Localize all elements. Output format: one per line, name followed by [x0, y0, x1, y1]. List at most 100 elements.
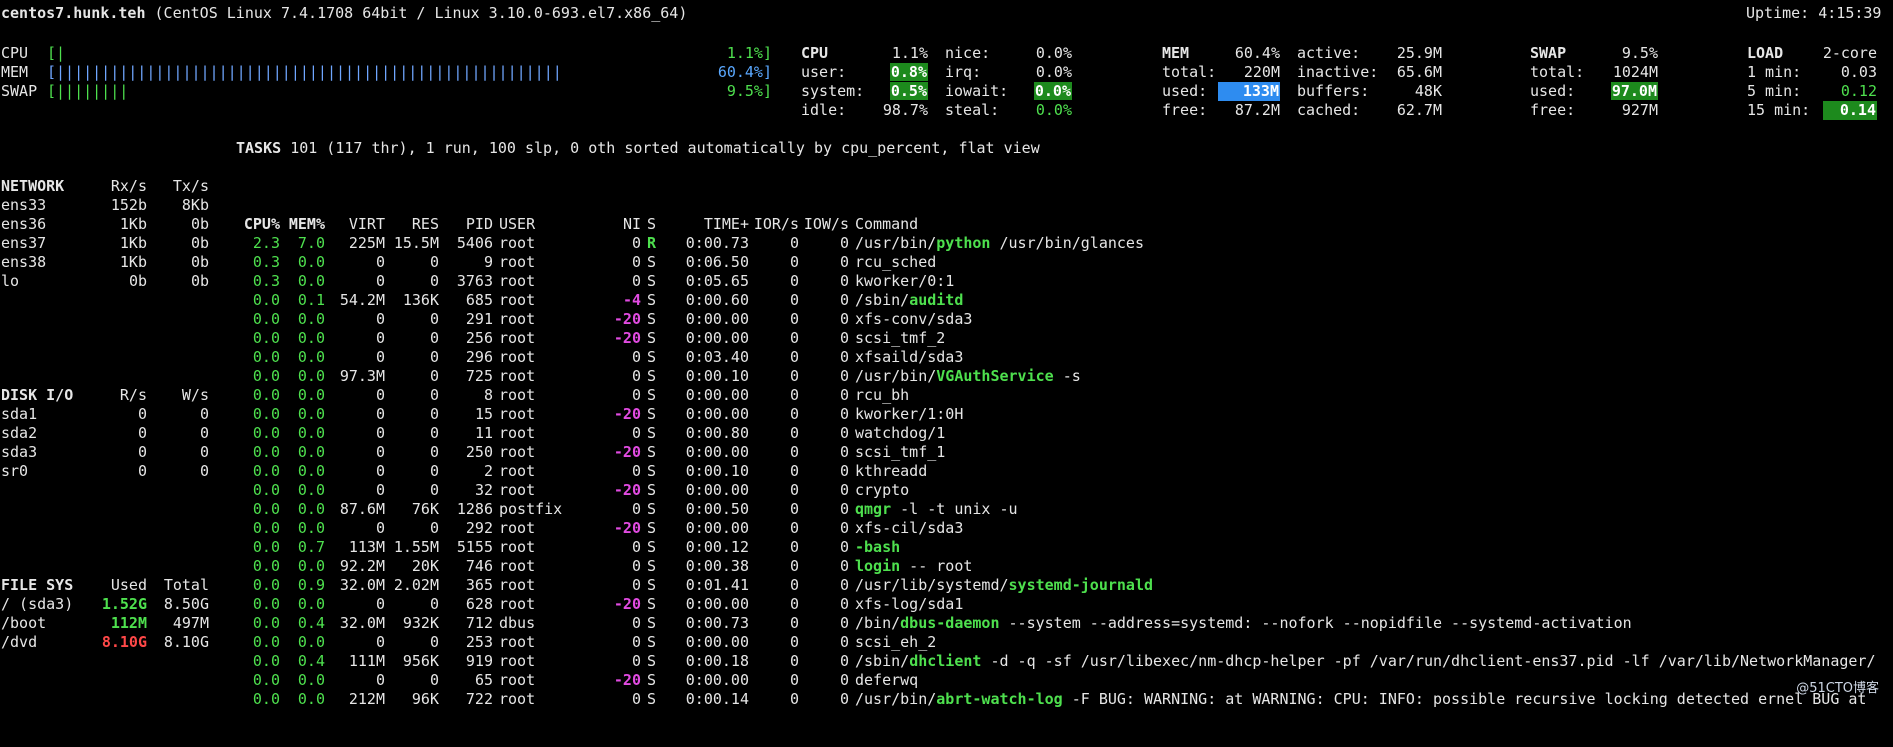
process-header-cpu: CPU%: [243, 215, 280, 233]
process-cpu: 0.0: [252, 519, 280, 537]
process-row[interactable]: 0.0 0.0 0 0 8 root 0 S 0:00.00 0 0 rcu_bh: [236, 386, 1875, 405]
network-row: ens37 1Kb 0b: [1, 234, 209, 253]
process-res: 0: [429, 424, 439, 442]
load-cores: 2-core: [1822, 44, 1877, 62]
process-row[interactable]: 0.3 0.0 0 0 9 root 0 S 0:06.50 0 0 rcu_sched: [236, 253, 1875, 272]
process-iow: 0: [839, 405, 849, 423]
mem-inactive-value: 65.6M: [1396, 63, 1442, 81]
process-mem: 0.0: [297, 595, 325, 613]
filesys-name: / (sda3): [1, 595, 74, 613]
process-time: 0:00.10: [685, 367, 749, 385]
process-ni: 0: [631, 500, 641, 518]
process-virt: 0: [375, 519, 385, 537]
command-name: systemd-journald: [1008, 576, 1154, 594]
process-row[interactable]: 0.0 0.0 0 0 253 root 0 S 0:00.00 0 0 scsi_eh_2: [236, 633, 1875, 652]
process-row[interactable]: 0.0 0.0 0 0 2 root 0 S 0:00.10 0 0 kthreadd: [236, 462, 1875, 481]
process-time: 0:00.00: [685, 481, 749, 499]
diskio-col2: 0: [199, 443, 209, 461]
filesys-total-header: Total: [163, 576, 209, 594]
process-row[interactable]: 0.0 0.0 0 0 292 root -20 S 0:00.00 0 0 xfs-cil/sda3: [236, 519, 1875, 538]
process-time: 0:00.12: [685, 538, 749, 556]
process-mem: 0.4: [297, 652, 325, 670]
process-ior: 0: [789, 253, 799, 271]
process-header-user: USER: [499, 215, 536, 233]
command-name: VGAuthService: [936, 367, 1054, 385]
process-pid: 712: [465, 614, 493, 632]
process-res: 0: [429, 253, 439, 271]
process-iow: 0: [839, 614, 849, 632]
mem-cached-label: cached:: [1297, 101, 1361, 119]
process-row[interactable]: 0.0 0.0 87.6M 76K 1286 postfix 0 S 0:00.50 0 0 qmgr…: [236, 500, 1875, 519]
process-iow: 0: [839, 690, 849, 708]
process-pid: 919: [465, 652, 493, 670]
command-path: xfsaild/sda3: [855, 348, 964, 366]
tasks-label: TASKS: [236, 139, 282, 157]
process-row[interactable]: 0.0 0.0 0 0 291 root -20 S 0:00.00 0 0 xfs-conv/sda…: [236, 310, 1875, 329]
process-time: 0:00.00: [685, 519, 749, 537]
process-ni: -20: [613, 595, 641, 613]
swap-pct: 9.5%: [1621, 44, 1658, 62]
diskio-row: sda3 0 0: [1, 443, 209, 462]
process-row[interactable]: 0.0 0.1 54.2M 136K 685 root -4 S 0:00.60 0 0/sbin/…: [236, 291, 1875, 310]
diskio-title: DISK I/O: [1, 386, 74, 404]
process-virt: 0: [375, 424, 385, 442]
process-mem: 0.9: [297, 576, 325, 594]
mem-active-value: 25.9M: [1396, 44, 1442, 62]
cpu-idle-label: idle:: [801, 101, 847, 119]
diskio-col2: 0: [199, 462, 209, 480]
process-virt: 0: [375, 481, 385, 499]
process-ior: 0: [789, 690, 799, 708]
process-command: scsi_tmf_2: [849, 329, 1875, 348]
process-ior: 0: [789, 405, 799, 423]
process-row[interactable]: 0.0 0.0 0 0 256 root -20 S 0:00.00 0 0 scsi_tmf_2: [236, 329, 1875, 348]
process-user: root: [499, 253, 536, 271]
command-args: /usr/bin/glances: [990, 234, 1144, 252]
network-name: ens33: [1, 196, 47, 214]
process-row[interactable]: 0.0 0.9 32.0M 2.02M 365 root 0 S 0:01.41 0 0/usr/l…: [236, 576, 1875, 595]
process-row[interactable]: 0.0 0.4 32.0M 932K 712 dbus 0 S 0:00.73 0 0/bin/db…: [236, 614, 1875, 633]
process-row[interactable]: 0.0 0.7 113M 1.55M 5155 root 0 S 0:00.12 0 0 -bash: [236, 538, 1875, 557]
filesys-used-header: Used: [110, 576, 147, 594]
process-virt: 0: [375, 462, 385, 480]
process-user: root: [499, 481, 536, 499]
cpu-user-value: 0.8%: [889, 63, 928, 81]
process-time: 0:00.10: [685, 462, 749, 480]
process-row[interactable]: 0.0 0.0 92.2M 20K 746 root 0 S 0:00.38 0 0 login --…: [236, 557, 1875, 576]
network-table: NETWORK Rx/s Tx/s ens33 152b 8Kb ens36 1Kb 0b…: [1, 177, 209, 291]
process-row[interactable]: 0.0 0.0 97.3M 0 725 root 0 S 0:00.10 0 0/usr/bin/V…: [236, 367, 1875, 386]
process-row[interactable]: 0.0 0.0 0 0 11 root 0 S 0:00.80 0 0 watchdog/1: [236, 424, 1875, 443]
process-ni: -20: [613, 405, 641, 423]
process-row[interactable]: 0.0 0.0 0 0 65 root -20 S 0:00.00 0 0 deferwq: [236, 671, 1875, 690]
process-ni: -20: [613, 310, 641, 328]
process-row[interactable]: 0.3 0.0 0 0 3763 root 0 S 0:05.65 0 0 kworker/0:1: [236, 272, 1875, 291]
cpu-irq-label: irq:: [945, 63, 982, 81]
process-user: root: [499, 557, 536, 575]
process-user: root: [499, 690, 536, 708]
process-ni: 0: [631, 272, 641, 290]
command-name: qmgr: [855, 500, 892, 518]
filesys-table: FILE SYS Used Total / (sda3) 1.52G 8.50G/b…: [1, 576, 209, 652]
process-row[interactable]: 0.0 0.0 0 0 15 root -20 S 0:00.00 0 0 kworker/1:0H: [236, 405, 1875, 424]
command-name: dhclient: [909, 652, 982, 670]
process-row[interactable]: 0.0 0.0 0 0 250 root -20 S 0:00.00 0 0 scsi_tmf_1: [236, 443, 1875, 462]
process-pid: 725: [465, 367, 493, 385]
process-row[interactable]: 0.0 0.0 0 0 32 root -20 S 0:00.00 0 0 crypto: [236, 481, 1875, 500]
mem-free-value: 87.2M: [1234, 101, 1280, 119]
process-row[interactable]: 0.0 0.4 111M 956K 919 root 0 S 0:00.18 0 0/sbin/dh…: [236, 652, 1876, 671]
process-res: 0: [429, 462, 439, 480]
load-15min-value: 0.14: [1823, 101, 1877, 120]
process-row[interactable]: 0.0 0.0 0 0 296 root 0 S 0:03.40 0 0 xfsaild/sda3: [236, 348, 1875, 367]
process-ni: 0: [631, 234, 641, 252]
hostname: centos7.hunk.teh: [1, 4, 146, 22]
process-ni: 0: [631, 253, 641, 271]
process-row[interactable]: 0.0 0.0 212M 96K 722 root 0 S 0:00.14 0 0/usr/bin/…: [236, 690, 1875, 709]
process-iow: 0: [839, 576, 849, 594]
ql-swap-bar: [||||||||: [47, 82, 129, 100]
process-mem: 0.0: [297, 443, 325, 461]
process-mem: 0.0: [297, 633, 325, 651]
process-cpu: 0.0: [252, 424, 280, 442]
process-row[interactable]: 2.3 7.0 225M 15.5M 5406 root 0 R 0:00.73 0 0/usr/b…: [236, 234, 1875, 253]
network-name: lo: [1, 272, 20, 290]
process-row[interactable]: 0.0 0.0 0 0 628 root -20 S 0:00.00 0 0 xfs-log/sda1: [236, 595, 1875, 614]
process-ior: 0: [789, 538, 799, 556]
